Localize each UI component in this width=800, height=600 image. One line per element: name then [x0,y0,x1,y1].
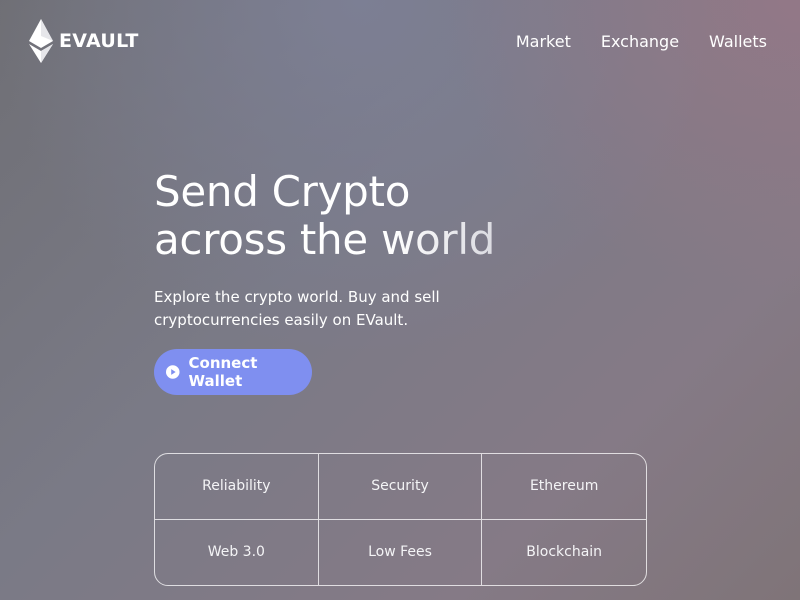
nav-links: Market Exchange Wallets [486,32,767,51]
brand-name: EVAULT [59,30,139,52]
hero-title-line1: Send Crypto [154,168,674,216]
nav-link-market[interactable]: Market [516,32,571,51]
ethereum-diamond-icon [29,19,53,63]
play-circle-icon [166,365,180,379]
feature-cell-security: Security [318,454,483,520]
hero-title-line2: across the world [154,216,674,264]
hero-section: Send Crypto across the world Explore the… [154,168,674,330]
feature-cell-low-fees: Low Fees [319,519,483,585]
feature-cell-reliability: Reliability [155,454,319,520]
feature-cell-web3: Web 3.0 [155,519,319,585]
navbar: EVAULT Market Exchange Wallets [0,0,800,84]
hero-subtitle: Explore the crypto world. Buy and sell c… [154,288,440,329]
hero-title: Send Crypto across the world [154,168,674,264]
nav-link-wallets[interactable]: Wallets [709,32,767,51]
nav-link-exchange[interactable]: Exchange [601,32,679,51]
feature-cell-ethereum: Ethereum [482,454,646,520]
connect-wallet-button[interactable]: Connect Wallet [154,349,312,395]
brand-logo[interactable]: EVAULT [29,18,139,64]
connect-wallet-label: Connect Wallet [188,354,258,390]
feature-cell-blockchain: Blockchain [526,544,603,561]
features-grid: Reliability Security Ethereum Web 3.0 Lo… [154,453,647,586]
